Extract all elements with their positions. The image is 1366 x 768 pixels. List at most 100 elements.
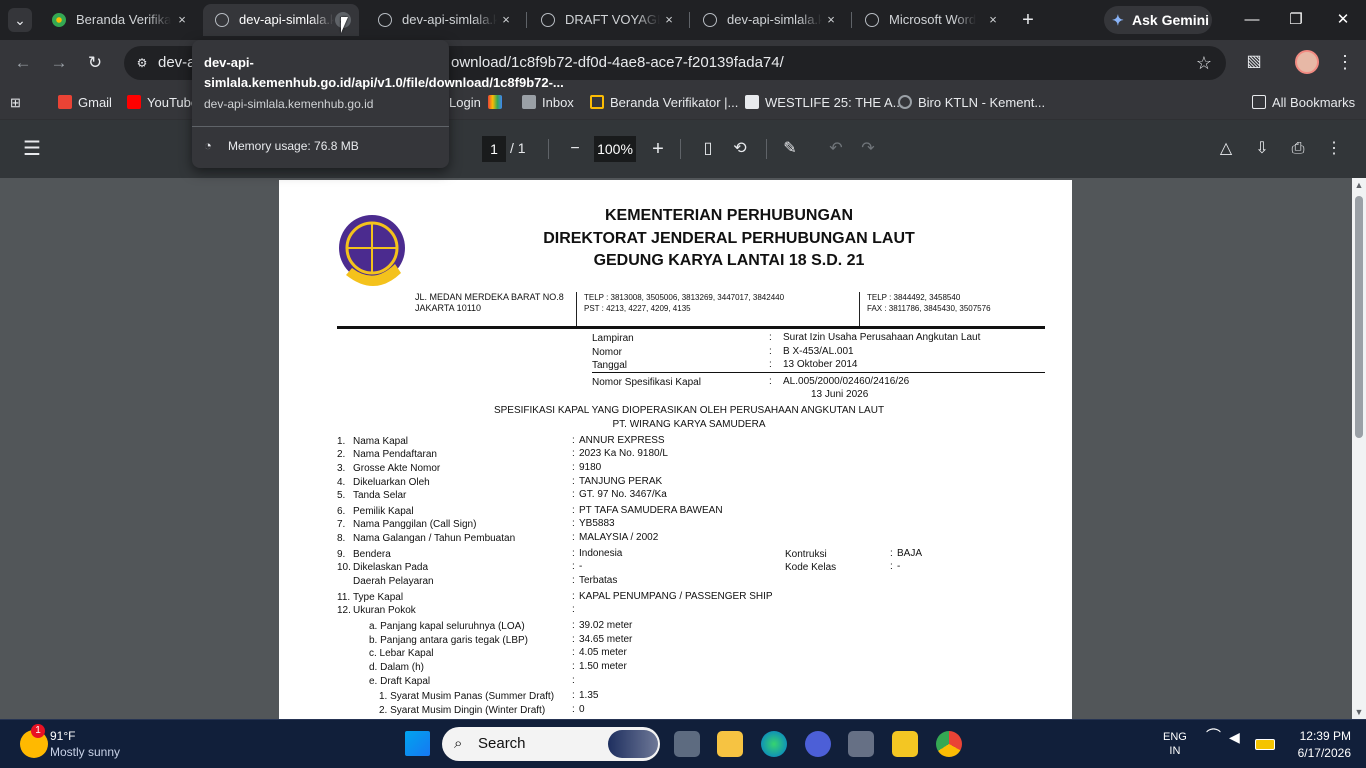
scroll-thumb[interactable] xyxy=(1355,196,1363,438)
forward-arrow-icon[interactable]: → xyxy=(46,50,72,76)
folder-icon xyxy=(1252,95,1266,109)
tab-microsoft-word[interactable]: Microsoft Word × xyxy=(853,4,1009,36)
download-icon[interactable]: ⇩ xyxy=(1250,137,1274,161)
scroll-down-icon[interactable]: ▼ xyxy=(1354,707,1364,717)
clock[interactable]: 12:39 PM 6/17/2026 xyxy=(1287,728,1351,762)
wifi-icon[interactable]: ⌒ xyxy=(1206,729,1221,744)
tab-beranda-verifikator[interactable]: Beranda Verifikator × xyxy=(40,4,198,36)
spec-value: KAPAL PENUMPANG / PASSENGER SHIP xyxy=(579,591,773,602)
close-tab-icon[interactable]: × xyxy=(498,12,514,28)
pdf-viewer[interactable]: KEMENTERIAN PERHUBUNGAN DIREKTORAT JENDE… xyxy=(0,178,1366,719)
spec-label: Grosse Akte Nomor xyxy=(353,463,441,474)
site-info-icon[interactable]: ⚙ xyxy=(131,53,153,73)
minimize-icon[interactable]: — xyxy=(1240,8,1264,32)
camera-icon[interactable] xyxy=(848,731,874,757)
close-tab-icon[interactable]: × xyxy=(661,12,677,28)
redo-icon[interactable]: ↷ xyxy=(856,137,880,161)
meta-label: Tanggal xyxy=(592,360,628,371)
bookmark-star-icon[interactable]: ☆ xyxy=(1196,53,1212,74)
bookmark-westlife[interactable]: WESTLIFE 25: THE A... xyxy=(745,92,903,114)
spec-label: c. Lebar Kapal xyxy=(369,648,434,659)
page-number-input[interactable]: 1 xyxy=(482,136,506,162)
all-bookmarks-folder[interactable]: All Bookmarks xyxy=(1252,92,1355,114)
spec-value: PT TAFA SAMUDERA BAWEAN xyxy=(579,505,723,516)
copilot-icon[interactable] xyxy=(805,731,831,757)
ask-gemini-button[interactable]: ✦ Ask Gemini xyxy=(1104,6,1212,34)
telp-line: FAX : 3811786, 3845430, 3507576 xyxy=(867,304,991,313)
scrollbar[interactable]: ▲ ▼ xyxy=(1352,178,1366,719)
apps-grid-icon[interactable]: ⊞ xyxy=(10,92,21,114)
more-menu-icon[interactable]: ⋮ xyxy=(1336,50,1354,74)
bookmark-gmail[interactable]: Gmail xyxy=(58,92,112,114)
spec-label: Nama Panggilan (Call Sign) xyxy=(353,519,477,530)
language-code: ENG xyxy=(1163,731,1187,743)
edge-icon[interactable] xyxy=(761,731,787,757)
row-number: 1. xyxy=(337,436,346,447)
bookmark-icon xyxy=(745,95,759,109)
file-explorer-icon[interactable] xyxy=(717,731,743,757)
zoom-out-icon[interactable]: − xyxy=(563,137,587,161)
spec-date: 13 Juni 2026 xyxy=(811,389,869,400)
chrome-icon[interactable] xyxy=(936,731,962,757)
sticky-notes-icon[interactable] xyxy=(892,731,918,757)
field-separator: : xyxy=(769,332,772,343)
close-window-icon[interactable]: ✕ xyxy=(1331,8,1355,32)
task-view-icon[interactable] xyxy=(674,731,700,757)
drive-save-icon[interactable]: △ xyxy=(1214,137,1238,161)
tab-search-button[interactable]: ⌄ xyxy=(8,8,32,32)
close-tab-icon[interactable]: × xyxy=(823,12,839,28)
address-url-left: dev-a xyxy=(158,54,196,71)
spec-label: Bendera xyxy=(353,549,391,560)
bookmark-biro-ktln[interactable]: Biro KTLN - Kement... xyxy=(898,92,1045,114)
row-number: 4. xyxy=(337,477,346,488)
restore-window-icon[interactable]: ❐ xyxy=(1284,8,1308,32)
spec-value: - xyxy=(579,561,583,572)
zoom-input[interactable]: 100% xyxy=(594,136,636,162)
field-separator: : xyxy=(572,675,575,686)
zoom-in-icon[interactable]: + xyxy=(646,137,670,161)
windows-start-icon[interactable] xyxy=(405,731,430,756)
undo-icon[interactable]: ↶ xyxy=(824,137,848,161)
profile-avatar[interactable] xyxy=(1295,50,1319,74)
rotate-icon[interactable]: ⟲ xyxy=(728,137,752,161)
address-line: JAKARTA 10110 xyxy=(415,303,482,313)
new-tab-button[interactable]: + xyxy=(1016,8,1040,32)
bookmark-beranda-verifikator[interactable]: Beranda Verifikator |... xyxy=(590,92,738,114)
close-tab-icon[interactable]: × xyxy=(174,12,190,28)
spec-value: Indonesia xyxy=(579,548,623,559)
close-tab-icon[interactable]: × xyxy=(985,12,1001,28)
bookmark-photos[interactable] xyxy=(488,92,508,114)
bookmark-label: All Bookmarks xyxy=(1272,95,1356,110)
hovercard-host: dev-api-simlala.kemenhub.go.id xyxy=(204,97,374,111)
taskbar-search[interactable]: ⌕ Search xyxy=(442,727,660,761)
field-separator: : xyxy=(572,532,575,543)
battery-icon[interactable] xyxy=(1255,739,1275,750)
tab-dev-api[interactable]: dev-api-simlala.kemenhub × xyxy=(691,4,847,36)
field-separator: : xyxy=(572,489,575,500)
extensions-puzzle-icon[interactable]: ▧ xyxy=(1242,50,1266,74)
bookmark-youtube[interactable]: YouTube xyxy=(127,92,198,114)
tab-dev-api-active[interactable]: dev-api-simlala.kemenhub × xyxy=(203,4,359,36)
bookmark-label: WESTLIFE 25: THE A... xyxy=(765,95,904,110)
reload-icon[interactable]: ↻ xyxy=(82,50,108,76)
tab-draft-voyage[interactable]: DRAFT VOYAGE PERMIT × xyxy=(529,4,685,36)
tab-dev-api[interactable]: dev-api-simlala.kemenhub × xyxy=(366,4,522,36)
heading-ministry: KEMENTERIAN PERHUBUNGAN xyxy=(604,207,853,224)
volume-icon[interactable]: ◀ xyxy=(1229,730,1240,744)
back-arrow-icon[interactable]: ← xyxy=(10,50,36,76)
weather-temp[interactable]: 91°F xyxy=(50,729,75,743)
row-number: 12. xyxy=(337,605,351,616)
annotate-pen-icon[interactable]: ✎ xyxy=(778,137,802,161)
tab-title: DRAFT VOYAGE PERMIT xyxy=(565,12,660,27)
bookmark-login[interactable]: Login xyxy=(449,92,481,114)
scroll-up-icon[interactable]: ▲ xyxy=(1354,180,1364,190)
weather-description[interactable]: Mostly sunny xyxy=(50,745,120,759)
globe-icon xyxy=(215,13,229,27)
fit-page-icon[interactable]: ▯ xyxy=(696,137,720,161)
bookmark-inbox[interactable]: Inbox xyxy=(522,92,574,114)
hamburger-menu-icon[interactable]: ☰ xyxy=(20,137,44,161)
pdf-more-icon[interactable]: ⋮ xyxy=(1322,137,1346,161)
language-indicator[interactable]: ENG IN xyxy=(1163,730,1187,758)
bookmark-label: YouTube xyxy=(147,95,199,110)
print-icon[interactable]: ⎙ xyxy=(1286,137,1310,161)
